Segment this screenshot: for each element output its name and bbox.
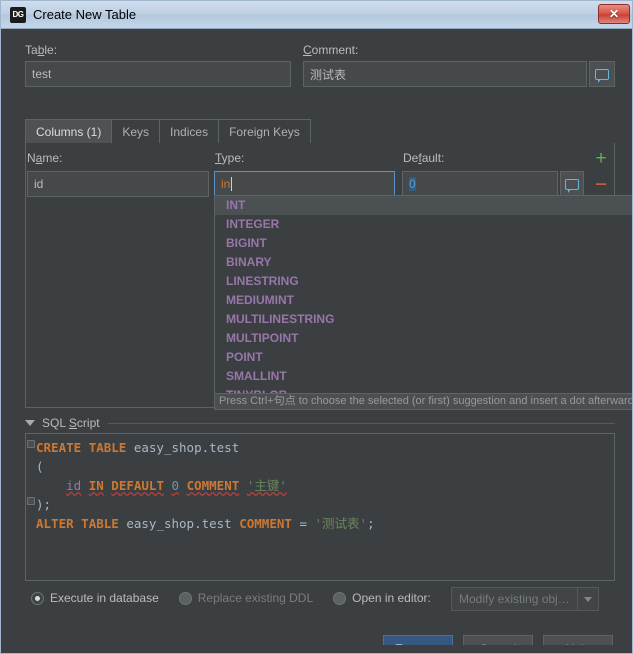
tab-keys[interactable]: Keys xyxy=(111,119,161,143)
add-column-button[interactable]: + xyxy=(591,148,611,169)
sql-line: id IN DEFAULT 0 COMMENT '主键' xyxy=(36,476,375,495)
tab-bar: Columns (1) Keys Indices Foreign Keys xyxy=(25,119,615,144)
autocomplete-item[interactable]: LINESTRING xyxy=(215,272,632,291)
sql-token: TABLE xyxy=(81,516,119,531)
sql-token: 0 xyxy=(171,478,180,493)
sql-token: easy_shop.test xyxy=(133,440,240,455)
sql-token: IN xyxy=(88,478,104,493)
radio-execute-in-database[interactable]: Execute in database xyxy=(31,591,159,605)
footer-strip xyxy=(1,645,632,653)
sql-script-editor[interactable]: CREATE TABLE easy_shop.test ( id IN DEFAU… xyxy=(25,433,615,581)
datagrip-icon: DG xyxy=(10,6,26,23)
table-name-input[interactable]: test xyxy=(25,61,291,87)
autocomplete-item[interactable]: MULTILINESTRING xyxy=(215,310,632,329)
autocomplete-item[interactable]: BINARY xyxy=(215,253,632,272)
sql-line: ); xyxy=(36,495,375,514)
autocomplete-item[interactable]: SMALLINT xyxy=(215,367,632,386)
column-comment-speech-bubble-icon[interactable] xyxy=(560,171,584,197)
chevron-down-icon[interactable] xyxy=(25,420,35,426)
dropdown-value: Modify existing obj… xyxy=(459,592,570,606)
sql-token: easy_shop.test xyxy=(126,516,232,531)
column-default-input[interactable]: 0 xyxy=(402,171,558,197)
sql-token: '测试表' xyxy=(314,516,368,531)
type-autocomplete-popup[interactable]: INT INTEGER BIGINT BINARY LINESTRING MEDIUMIN… xyxy=(214,195,632,395)
column-default-label: Default: xyxy=(403,151,445,165)
tab-indices[interactable]: Indices xyxy=(159,119,220,143)
table-comment-input[interactable]: 测试表 xyxy=(303,61,587,87)
autocomplete-hint: Press Ctrl+句点 to choose the selected (or… xyxy=(214,393,632,410)
autocomplete-item[interactable]: BIGINT xyxy=(215,234,632,253)
table-comment-speech-bubble-icon[interactable] xyxy=(589,61,615,87)
sql-line: CREATE TABLE easy_shop.test xyxy=(36,438,375,457)
sql-token: CREATE xyxy=(36,440,82,455)
sql-script-header[interactable]: SQL Script xyxy=(25,415,615,431)
sql-token: ); xyxy=(36,497,52,512)
autocomplete-item[interactable]: POINT xyxy=(215,348,632,367)
radio-label: Open in editor: xyxy=(352,591,431,605)
text-caret xyxy=(231,177,233,191)
tab-foreign-keys[interactable]: Foreign Keys xyxy=(218,119,311,143)
sql-token: ; xyxy=(367,516,375,531)
column-type-label: Type: xyxy=(215,151,245,165)
create-new-table-dialog: DG Create New Table ✕ Table: test Commen… xyxy=(0,0,633,654)
column-type-input[interactable]: in xyxy=(214,171,395,197)
sql-token: ( xyxy=(36,459,44,474)
radio-label: Replace existing DDL xyxy=(197,591,314,605)
output-options: Execute in database Replace existing DDL… xyxy=(31,591,451,605)
radio-indicator xyxy=(178,591,192,605)
sql-token: COMMENT xyxy=(239,516,292,531)
tab-columns[interactable]: Columns (1) xyxy=(25,119,113,143)
column-default-text: 0 xyxy=(409,177,416,191)
autocomplete-item[interactable]: MULTIPOINT xyxy=(215,329,632,348)
chevron-down-icon[interactable] xyxy=(577,588,598,610)
remove-column-button[interactable]: − xyxy=(591,173,611,196)
autocomplete-item[interactable]: INTEGER xyxy=(215,215,632,234)
radio-replace-existing-ddl[interactable]: Replace existing DDL xyxy=(178,591,314,605)
radio-indicator xyxy=(333,591,347,605)
speech-bubble-glyph xyxy=(565,178,579,193)
autocomplete-item[interactable]: INT xyxy=(215,196,632,215)
sql-token: id xyxy=(66,478,82,493)
sql-token: ALTER xyxy=(36,516,74,531)
column-name-input[interactable]: id xyxy=(27,171,209,197)
fold-marker-close[interactable] xyxy=(27,497,35,505)
sql-code: CREATE TABLE easy_shop.test ( id IN DEFAU… xyxy=(36,438,375,533)
close-icon[interactable]: ✕ xyxy=(598,4,630,24)
editor-gutter xyxy=(26,434,36,580)
title-bar: DG Create New Table ✕ xyxy=(1,1,632,29)
column-name-label: Name: xyxy=(27,151,63,165)
sql-script-title: SQL Script xyxy=(42,416,100,430)
autocomplete-item[interactable]: MEDIUMINT xyxy=(215,291,632,310)
column-type-text: in xyxy=(221,177,231,191)
radio-indicator xyxy=(31,591,44,605)
window-title: Create New Table xyxy=(33,7,137,22)
radio-label: Execute in database xyxy=(50,591,159,605)
table-comment-label: Comment: xyxy=(303,43,359,57)
sql-token: TABLE xyxy=(88,440,127,455)
header-divider xyxy=(107,422,615,424)
dialog-body: Table: test Comment: 测试表 Columns (1) Key… xyxy=(1,29,632,653)
sql-token: '主键' xyxy=(246,478,287,493)
sql-token: DEFAULT xyxy=(111,478,164,493)
radio-open-in-editor[interactable]: Open in editor: xyxy=(333,591,431,605)
sql-line: ( xyxy=(36,457,375,476)
speech-bubble-glyph xyxy=(595,68,609,83)
sql-token: = xyxy=(291,516,315,531)
fold-marker-open[interactable] xyxy=(27,440,35,448)
table-name-label: Table: xyxy=(25,43,58,57)
sql-line: ALTER TABLE easy_shop.test COMMENT = '测试… xyxy=(36,514,375,533)
sql-token: COMMENT xyxy=(186,478,240,493)
editor-target-dropdown[interactable]: Modify existing obj… xyxy=(451,587,599,611)
